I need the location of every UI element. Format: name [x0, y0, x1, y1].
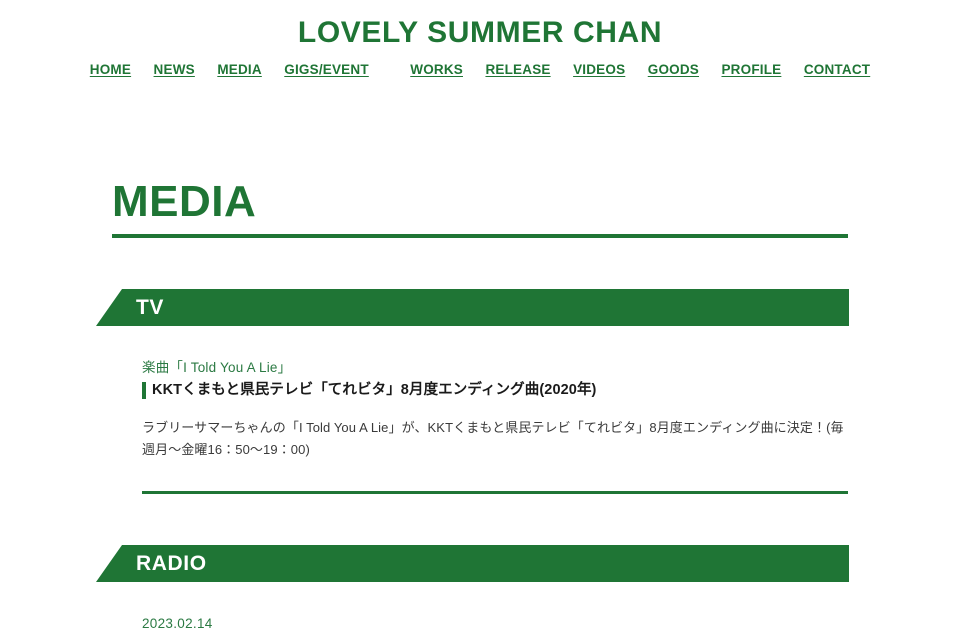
entry-title-row: KKTくまもと県民テレビ「てれビタ」8月度エンディング曲(2020年) — [142, 380, 848, 400]
entry-subtitle: 楽曲「I Told You A Lie」 — [142, 360, 292, 375]
nav-item-release[interactable]: RELEASE — [485, 61, 550, 79]
accent-bar-icon — [142, 382, 146, 399]
section-radio: RADIO 2023.02.14 — [96, 545, 849, 634]
nav-item-works[interactable]: WORKS — [410, 61, 463, 79]
section-tv: TV 楽曲「I Told You A Lie」 KKTくまもと県民テレビ「てれビ… — [96, 289, 849, 494]
entry-divider — [142, 491, 848, 494]
page-title-rule — [112, 234, 848, 238]
media-entry[interactable]: 2023.02.14 — [112, 614, 848, 634]
nav-item-videos[interactable]: VIDEOS — [573, 61, 625, 79]
section-banner-label-radio: RADIO — [136, 551, 207, 575]
section-banner-radio: RADIO — [96, 545, 849, 582]
page-heading-block: MEDIA — [112, 177, 848, 238]
nav-item-contact[interactable]: CONTACT — [804, 61, 870, 79]
site-header: LOVELY SUMMER CHAN HOME NEWS MEDIA GIGS/… — [0, 0, 960, 79]
entry-title: KKTくまもと県民テレビ「てれビタ」8月度エンディング曲(2020年) — [152, 382, 597, 398]
nav-item-profile[interactable]: PROFILE — [721, 61, 781, 79]
nav-item-gigs-event[interactable]: GIGS/EVENT — [284, 61, 369, 79]
page-root: LOVELY SUMMER CHAN HOME NEWS MEDIA GIGS/… — [0, 0, 960, 631]
section-banner-tv: TV — [96, 289, 849, 326]
nav-item-news[interactable]: NEWS — [154, 61, 195, 79]
main-content: MEDIA TV 楽曲「I Told You A Lie」 KKTくまもと県民テ… — [0, 177, 960, 634]
nav-item-goods[interactable]: GOODS — [648, 61, 699, 79]
main-navigation: HOME NEWS MEDIA GIGS/EVENT WORKS RELEASE… — [0, 61, 960, 79]
nav-item-media[interactable]: MEDIA — [217, 61, 262, 79]
page-title: MEDIA — [112, 177, 257, 226]
entry-body-text: ラブリーサマーちゃんの「I Told You A Lie」が、KKTくまもと県民… — [142, 420, 844, 457]
media-entry[interactable]: 楽曲「I Told You A Lie」 KKTくまもと県民テレビ「てれビタ」8… — [112, 358, 848, 461]
nav-item-home[interactable]: HOME — [90, 61, 131, 79]
section-banner-label-tv: TV — [136, 295, 165, 319]
entry-date: 2023.02.14 — [142, 616, 213, 631]
site-title: LOVELY SUMMER CHAN — [297, 16, 663, 49]
